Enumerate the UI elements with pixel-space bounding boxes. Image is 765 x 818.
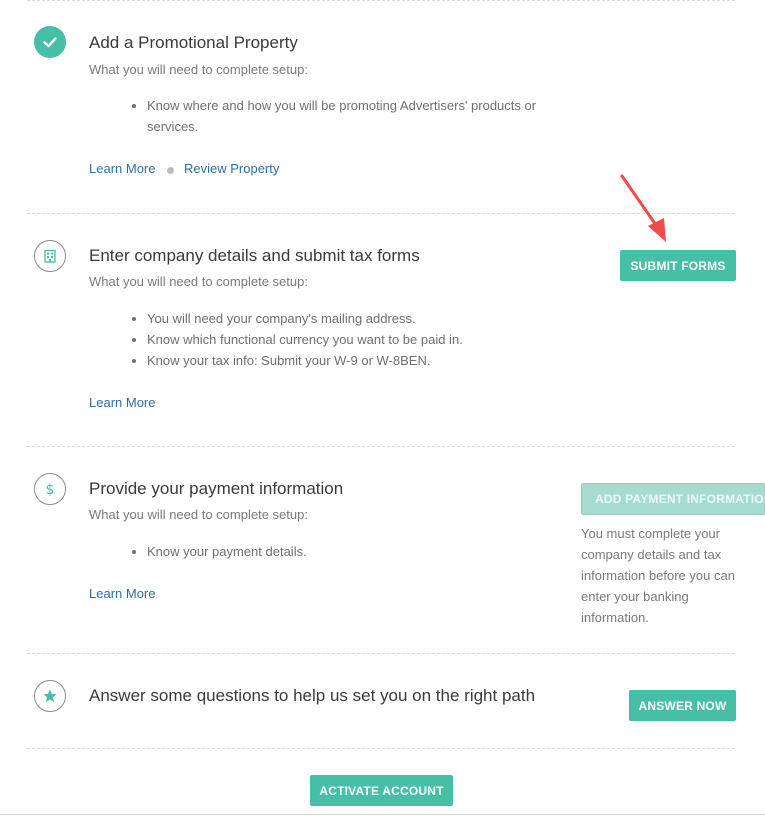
requirements-list: Know your payment details. — [129, 541, 547, 562]
requirement-item: Know your payment details. — [147, 541, 547, 562]
submit-forms-button[interactable]: SUBMIT FORMS — [620, 250, 736, 281]
checkmark-icon — [34, 26, 66, 58]
step-subtitle: What you will need to complete setup: — [89, 274, 308, 289]
page-bottom-border — [0, 814, 765, 815]
requirements-list: You will need your company's mailing add… — [129, 308, 587, 371]
step-title: Add a Promotional Property — [89, 33, 298, 52]
step-title: Enter company details and submit tax for… — [89, 246, 420, 265]
payment-info-note: You must complete your company details a… — [581, 526, 735, 625]
divider — [27, 748, 735, 749]
step-subtitle: What you will need to complete setup: — [89, 507, 308, 522]
separator-dot — [167, 167, 174, 174]
answer-now-button[interactable]: ANSWER NOW — [629, 690, 736, 721]
dollar-icon: $ — [34, 473, 66, 505]
activate-account-button[interactable]: ACTIVATE ACCOUNT — [310, 775, 453, 806]
review-property-link[interactable]: Review Property — [184, 161, 279, 176]
requirement-item: Know which functional currency you want … — [147, 329, 587, 350]
requirement-item: You will need your company's mailing add… — [147, 308, 587, 329]
divider — [27, 446, 735, 447]
requirements-list: Know where and how you will be promoting… — [129, 95, 567, 137]
requirement-item: Know your tax info: Submit your W-9 or W… — [147, 350, 587, 371]
requirement-item: Know where and how you will be promoting… — [147, 95, 567, 137]
star-icon — [34, 680, 66, 712]
learn-more-link[interactable]: Learn More — [89, 161, 155, 176]
divider — [27, 653, 735, 654]
svg-text:$: $ — [46, 482, 55, 498]
step-title: Answer some questions to help us set you… — [89, 686, 536, 705]
annotation-arrow-icon — [620, 174, 666, 242]
building-icon — [34, 240, 66, 272]
divider — [27, 0, 735, 1]
add-payment-information-button[interactable]: ADD PAYMENT INFORMATION — [581, 483, 765, 515]
step-title: Provide your payment information — [89, 479, 344, 498]
step-subtitle: What you will need to complete setup: — [89, 62, 308, 77]
learn-more-link[interactable]: Learn More — [89, 586, 155, 601]
learn-more-link[interactable]: Learn More — [89, 395, 155, 410]
